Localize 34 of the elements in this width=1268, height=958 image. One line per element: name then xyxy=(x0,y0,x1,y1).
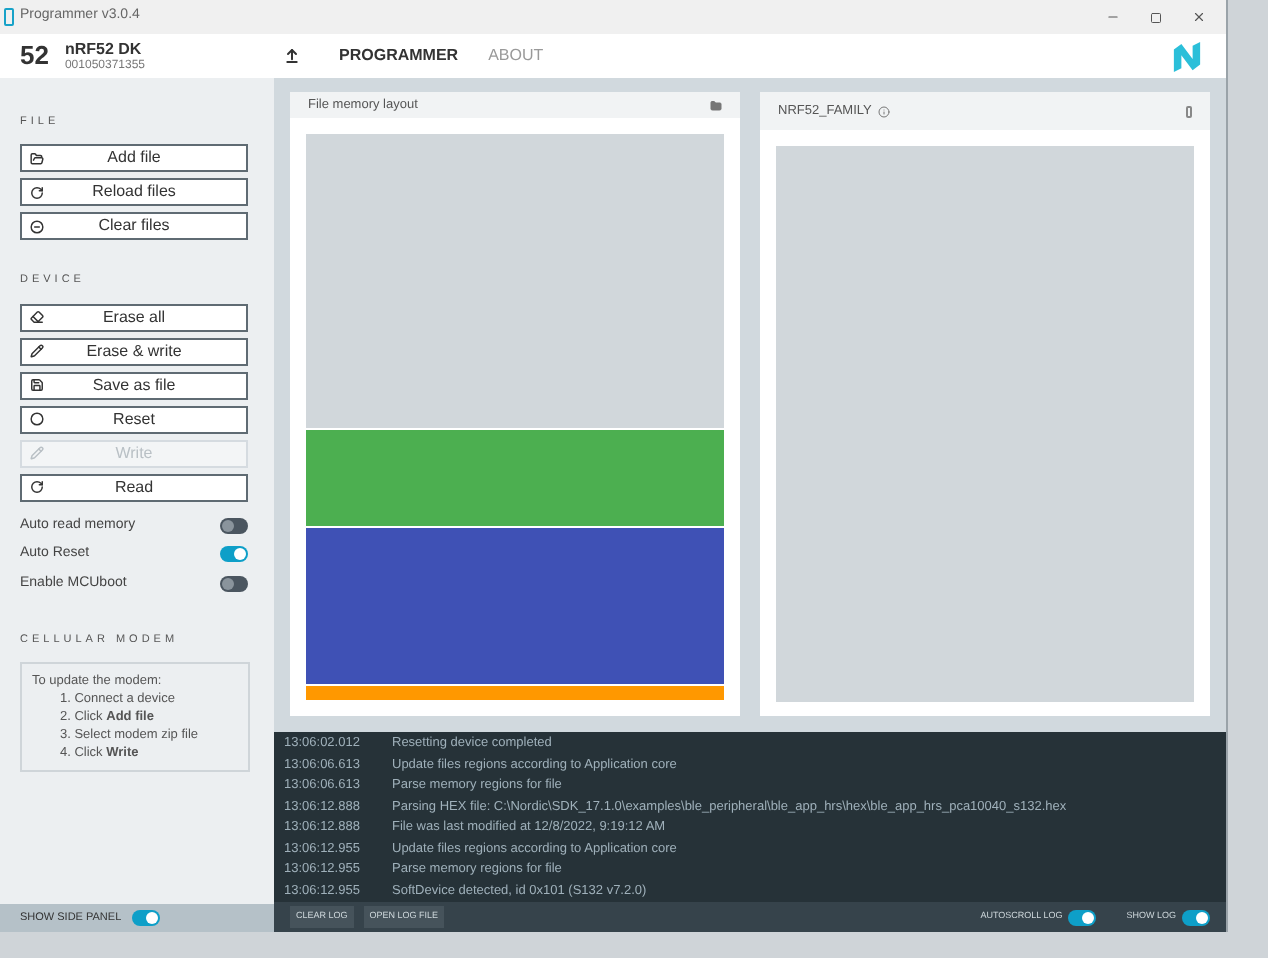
folder-icon xyxy=(710,99,722,111)
app-icon xyxy=(4,8,14,26)
toggle-switch[interactable] xyxy=(220,575,248,592)
sidebar-button[interactable]: Clear files xyxy=(20,212,248,241)
dot-icon xyxy=(30,412,44,426)
maximize-icon[interactable] xyxy=(1150,11,1162,23)
sidebar-button[interactable]: Erase & write xyxy=(20,337,248,365)
sidebar-button[interactable]: Reset xyxy=(20,405,248,433)
folder-icon xyxy=(30,151,44,166)
device-name: nRF52 DK xyxy=(64,41,144,57)
nav-tab[interactable]: PROGRAMMER xyxy=(339,44,459,68)
pencil-icon xyxy=(30,344,44,358)
sidebar-button[interactable]: Save as file xyxy=(20,371,248,399)
eraser-icon xyxy=(30,310,44,324)
sidebar-button[interactable]: Add file xyxy=(20,144,248,173)
pencil-icon xyxy=(30,446,44,460)
close-icon[interactable] xyxy=(1192,10,1206,24)
toggle-switch[interactable] xyxy=(131,910,160,926)
toggle-switch[interactable] xyxy=(1068,909,1097,925)
eject-icon[interactable] xyxy=(283,48,300,64)
sidebar-button[interactable]: Read xyxy=(20,473,248,501)
info-icon[interactable] xyxy=(877,105,890,117)
toggle-switch[interactable] xyxy=(220,546,248,563)
save-icon xyxy=(30,378,44,392)
refresh-icon xyxy=(30,185,44,200)
sidebar-button[interactable]: Erase all xyxy=(20,303,248,331)
device-model-label: 52 xyxy=(20,38,49,75)
minus-circle-icon xyxy=(30,219,44,234)
sidebar-button[interactable]: Reload files xyxy=(20,178,248,207)
toggle-switch[interactable] xyxy=(1182,909,1210,925)
device-outline-icon xyxy=(1186,105,1192,117)
logo-icon xyxy=(1172,41,1202,71)
toggle-switch[interactable] xyxy=(220,517,248,534)
refresh-icon xyxy=(30,480,44,494)
